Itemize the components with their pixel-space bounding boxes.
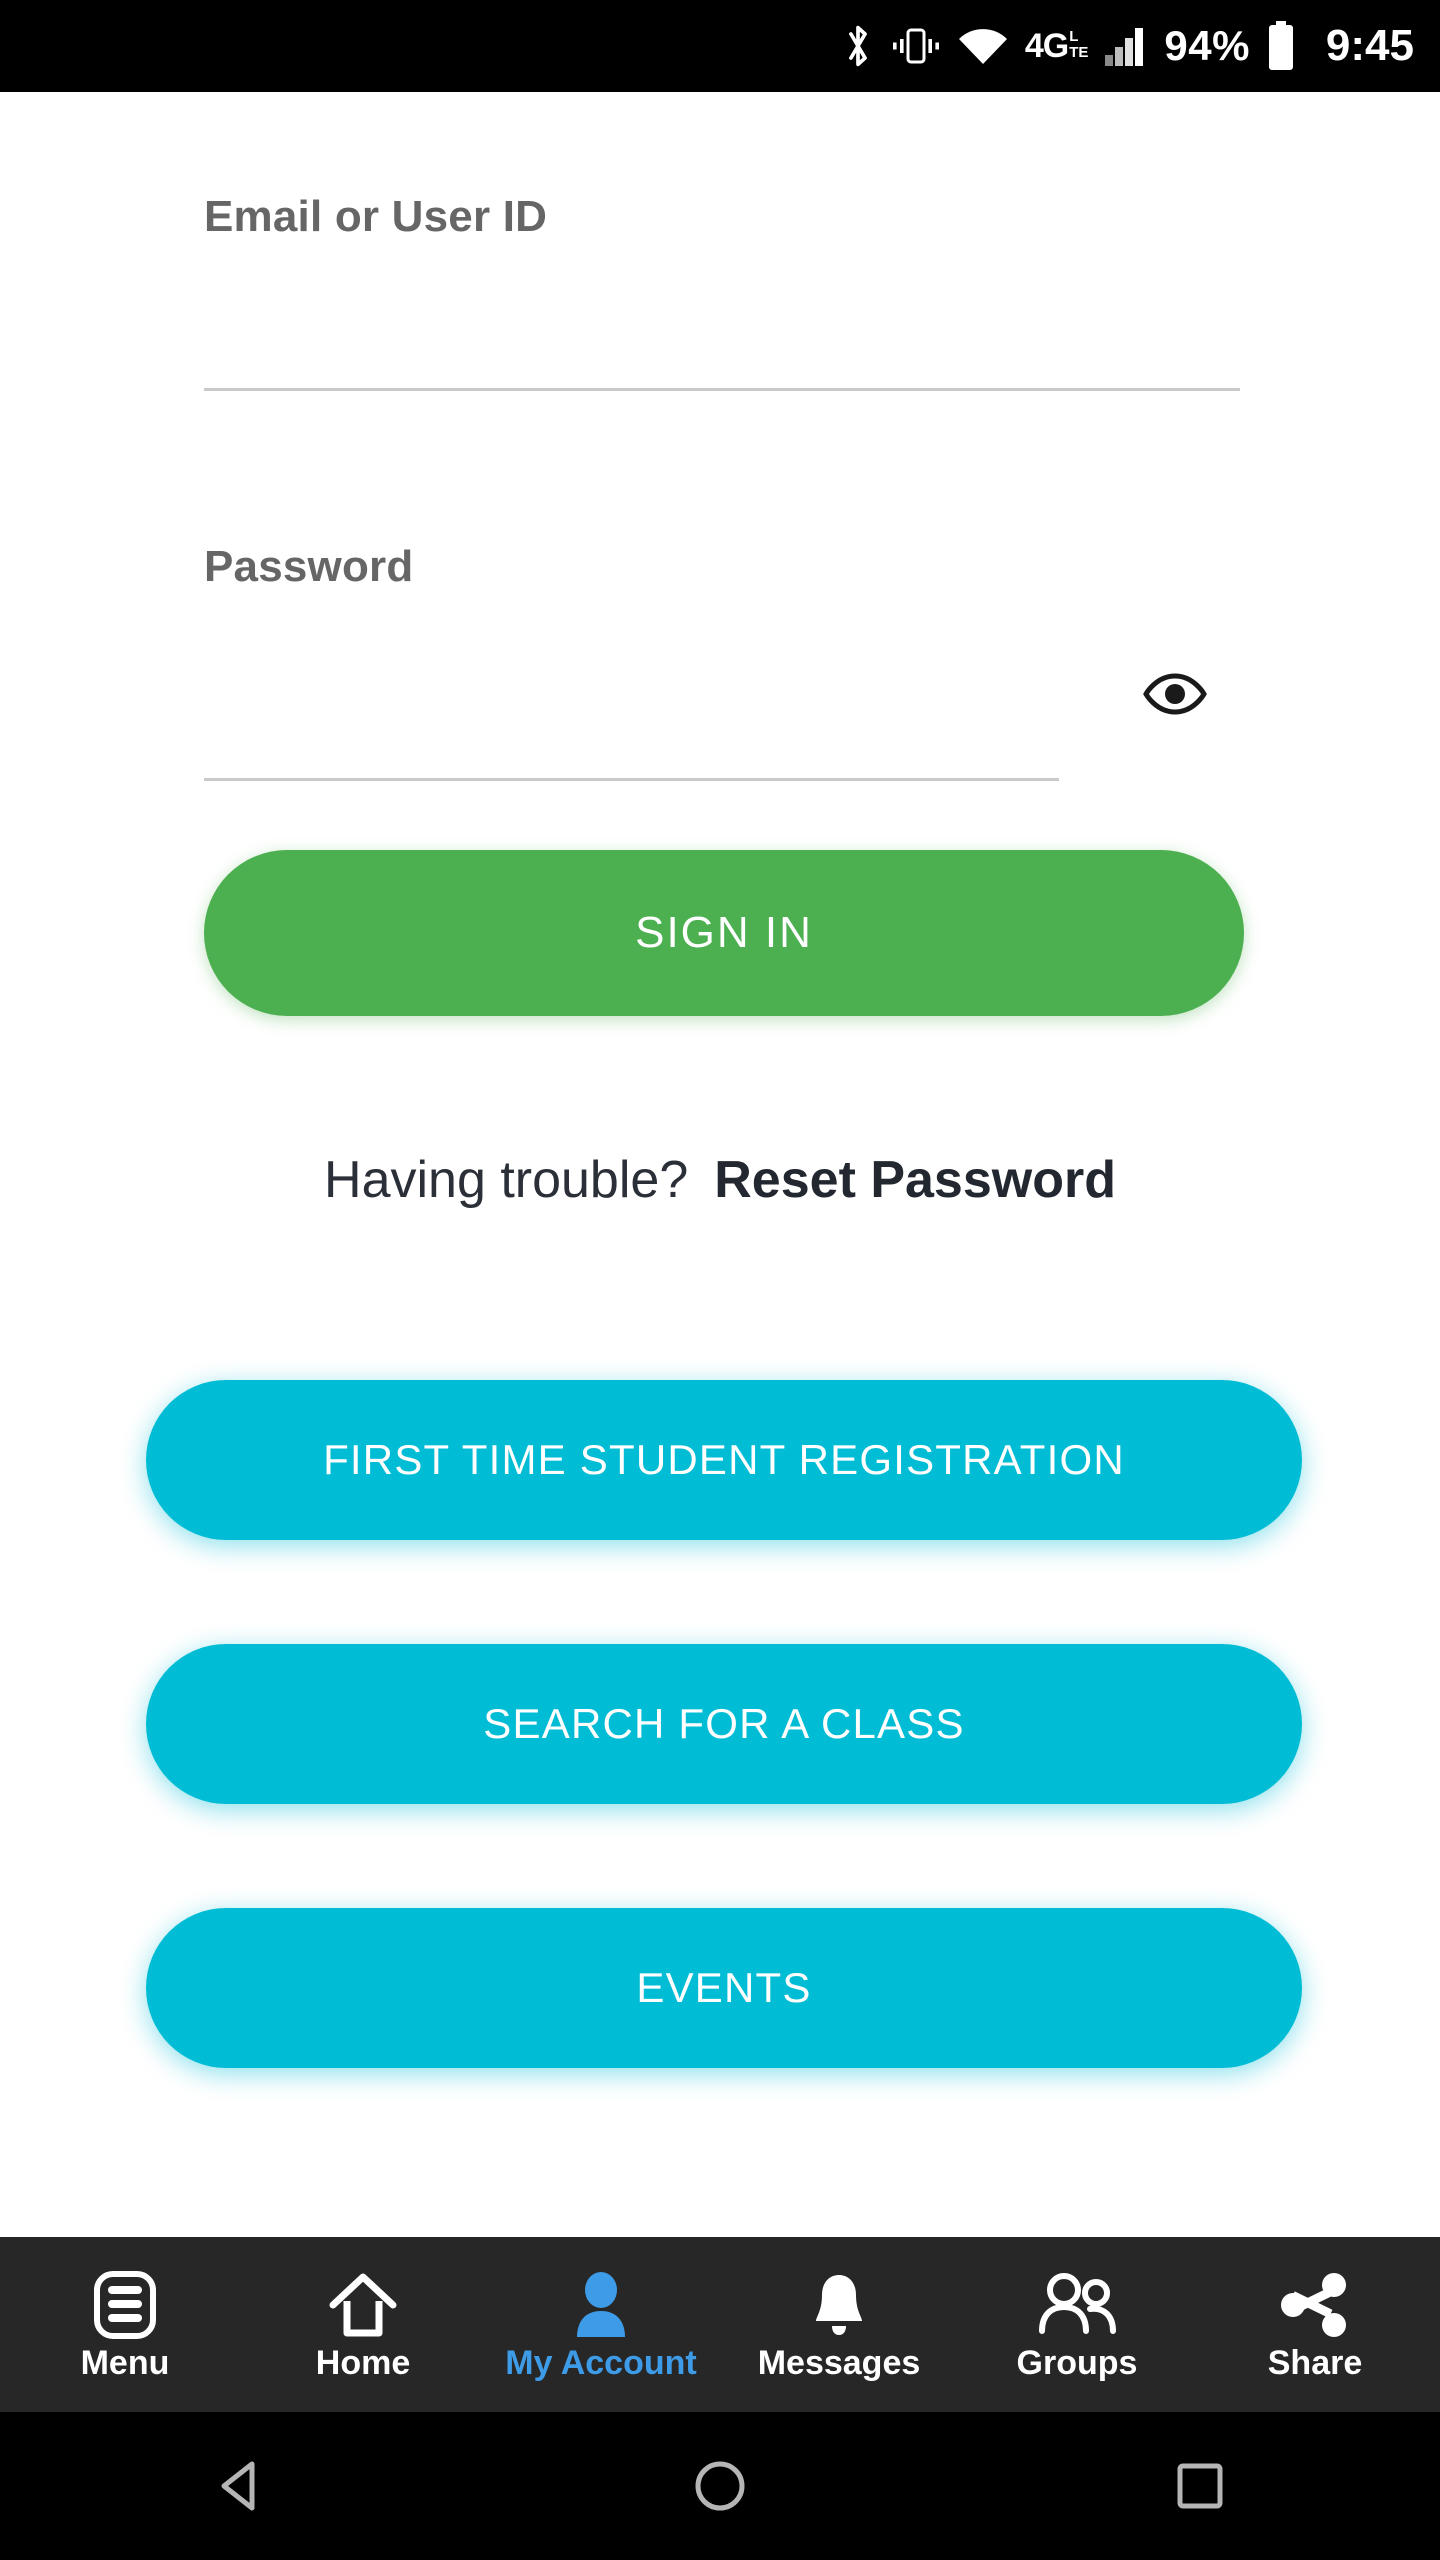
network-type-label: 4G	[1024, 27, 1069, 65]
status-bar-icons: 4G L TE 94% 9:45	[841, 21, 1414, 71]
sign-in-button[interactable]: SIGN IN	[204, 850, 1244, 1016]
nav-label-messages: Messages	[757, 2343, 921, 2382]
network-type-sup-bottom: TE	[1069, 43, 1089, 61]
network-type-superscript: L TE	[1069, 29, 1088, 61]
vibrate-icon	[891, 24, 941, 68]
android-system-navigation-bar	[0, 2412, 1440, 2560]
battery-percent-label: 94%	[1164, 22, 1250, 69]
cellular-signal-icon	[1104, 25, 1148, 67]
wifi-icon	[957, 26, 1009, 66]
nav-label-menu: Menu	[80, 2343, 170, 2382]
network-type-indicator: 4G L TE	[1025, 29, 1089, 63]
login-screen: 4G L TE 94% 9:45 Email or User ID Passwo…	[0, 0, 1440, 2560]
home-icon	[327, 2270, 399, 2340]
password-field-label: Password	[204, 542, 414, 591]
nav-item-menu[interactable]: Menu	[6, 2237, 244, 2412]
nav-label-my-account: My Account	[505, 2343, 697, 2382]
email-field-underline	[204, 388, 1240, 391]
people-group-icon	[1034, 2270, 1120, 2340]
battery-icon	[1266, 21, 1296, 71]
bell-icon	[809, 2270, 869, 2340]
nav-label-home: Home	[315, 2343, 411, 2382]
person-icon	[571, 2270, 631, 2340]
share-icon	[1279, 2270, 1351, 2340]
status-bar: 4G L TE 94% 9:45	[0, 0, 1440, 92]
search-for-a-class-button[interactable]: SEARCH FOR A CLASS	[146, 1644, 1302, 1804]
network-type-sup-top: L	[1069, 28, 1079, 45]
circle-home-icon[interactable]	[640, 2412, 800, 2560]
eye-icon[interactable]	[1142, 672, 1208, 716]
nav-item-share[interactable]: Share	[1196, 2237, 1434, 2412]
having-trouble-label: Having trouble?	[324, 1151, 689, 1209]
nav-item-my-account[interactable]: My Account	[482, 2237, 720, 2412]
email-field-group: Email or User ID	[204, 192, 1240, 391]
triangle-back-icon[interactable]	[160, 2412, 320, 2560]
nav-label-share: Share	[1267, 2343, 1363, 2382]
reset-password-row: Having trouble? Reset Password	[0, 1150, 1440, 1210]
square-recents-icon[interactable]	[1120, 2412, 1280, 2560]
password-field-group: Password	[204, 542, 1240, 781]
email-field-label: Email or User ID	[204, 192, 548, 241]
bluetooth-icon	[841, 22, 875, 70]
nav-item-groups[interactable]: Groups	[958, 2237, 1196, 2412]
nav-item-messages[interactable]: Messages	[720, 2237, 958, 2412]
events-button[interactable]: EVENTS	[146, 1908, 1302, 2068]
reset-password-link[interactable]: Reset Password	[714, 1150, 1116, 1210]
email-input[interactable]	[204, 332, 1240, 388]
nav-item-home[interactable]: Home	[244, 2237, 482, 2412]
clock-label: 9:45	[1325, 21, 1414, 70]
first-time-student-registration-button[interactable]: FIRST TIME STUDENT REGISTRATION	[146, 1380, 1302, 1540]
menu-list-icon	[94, 2270, 156, 2340]
password-field-underline	[204, 778, 1059, 781]
nav-label-groups: Groups	[1016, 2343, 1138, 2382]
bottom-navigation-bar: Menu Home My Account Messages Groups Sha…	[0, 2237, 1440, 2412]
login-content: Email or User ID Password SIGN IN Having…	[0, 92, 1440, 2560]
password-input[interactable]	[204, 722, 1059, 778]
